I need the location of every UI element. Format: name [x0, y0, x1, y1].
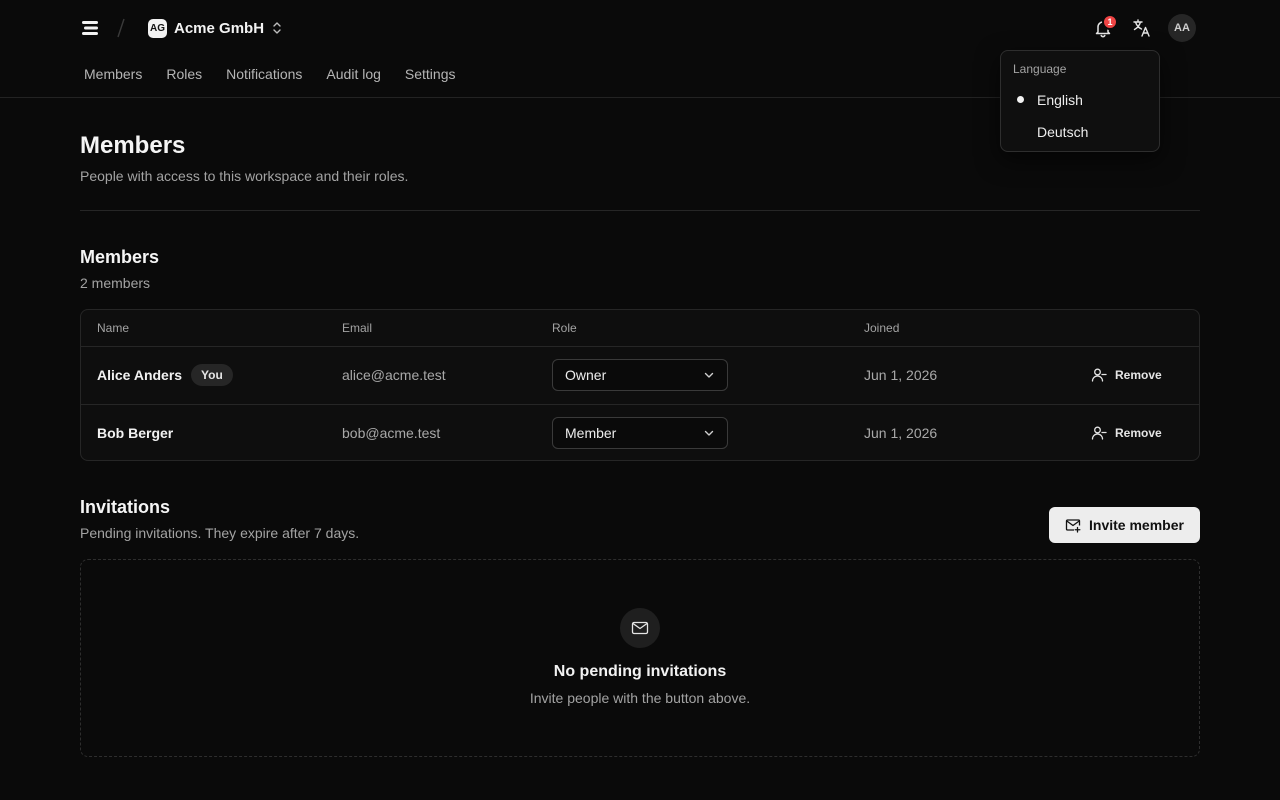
page-title: Members — [80, 132, 186, 159]
tab-notifications[interactable]: Notifications — [226, 64, 302, 86]
section-divider — [80, 210, 1200, 211]
member-name: Bob Berger — [97, 425, 174, 441]
column-header-joined: Joined — [864, 321, 900, 335]
user-minus-icon — [1091, 368, 1107, 382]
invite-member-button[interactable]: Invite member — [1049, 507, 1200, 543]
empty-state-title: No pending invitations — [553, 663, 727, 680]
stacked-lines-logo-icon[interactable] — [80, 18, 100, 38]
role-value: Member — [565, 425, 617, 441]
members-count: 2 members — [80, 275, 151, 291]
column-header-name: Name — [97, 321, 130, 335]
member-name: Alice Anders — [97, 367, 183, 383]
members-section-title: Members — [80, 247, 160, 267]
remove-member-button[interactable]: Remove — [1091, 363, 1162, 387]
language-menu: Language English Deutsch — [1000, 50, 1160, 152]
member-email: bob@acme.test — [342, 425, 441, 441]
language-option-english[interactable]: English — [1005, 85, 1155, 115]
member-joined-date: Jun 1, 2026 — [864, 367, 938, 383]
workspace-avatar: AG — [148, 18, 167, 38]
mail-icon — [631, 621, 649, 635]
tab-roles[interactable]: Roles — [166, 64, 202, 86]
empty-state-icon-circle — [620, 608, 660, 648]
language-option-deutsch[interactable]: Deutsch — [1005, 117, 1155, 147]
translate-icon — [1133, 19, 1150, 37]
chevron-down-icon — [704, 430, 714, 436]
member-joined-date: Jun 1, 2026 — [864, 425, 938, 441]
remove-member-button[interactable]: Remove — [1091, 421, 1162, 445]
tab-settings[interactable]: Settings — [405, 64, 456, 86]
language-option-label: Deutsch — [1037, 124, 1089, 140]
invitations-section-title: Invitations — [80, 497, 171, 517]
language-menu-label: Language — [1013, 62, 1067, 76]
user-avatar[interactable]: AA — [1168, 14, 1196, 42]
invite-member-label: Invite member — [1089, 517, 1184, 533]
selected-indicator — [1017, 96, 1024, 103]
you-badge: You — [191, 364, 233, 386]
user-minus-icon — [1091, 426, 1107, 440]
chevron-down-icon — [704, 372, 714, 378]
workspace-switcher[interactable]: AG Acme GmbH — [148, 17, 283, 39]
role-select[interactable]: Member — [552, 417, 728, 449]
invitations-empty-state: No pending invitations Invite people wit… — [80, 559, 1200, 757]
members-table: Name Email Role Joined Alice Anders You … — [80, 309, 1200, 461]
column-header-email: Email — [342, 321, 373, 335]
page-subtitle: People with access to this workspace and… — [80, 168, 409, 184]
workspace-name: Acme GmbH — [174, 19, 265, 37]
tab-members[interactable]: Members — [84, 64, 142, 86]
chevrons-up-down-icon — [273, 22, 281, 34]
breadcrumb-separator — [117, 18, 125, 38]
notifications-button[interactable]: 1 — [1092, 14, 1118, 39]
remove-label: Remove — [1115, 368, 1162, 382]
column-header-role: Role — [552, 321, 577, 335]
settings-tabs: Members Roles Notifications Audit log Se… — [84, 64, 456, 86]
table-row: Bob Berger bob@acme.test Member Jun 1, 2… — [81, 404, 1199, 460]
role-select[interactable]: Owner — [552, 359, 728, 391]
language-option-label: English — [1037, 92, 1083, 108]
table-header: Name Email Role Joined — [81, 310, 1199, 347]
mail-plus-icon — [1065, 519, 1081, 533]
language-button[interactable] — [1131, 17, 1153, 39]
top-bar: AG Acme GmbH 1 AA — [0, 0, 1280, 56]
invitations-subtitle: Pending invitations. They expire after 7… — [80, 525, 360, 541]
tab-audit-log[interactable]: Audit log — [326, 64, 380, 86]
remove-label: Remove — [1115, 426, 1162, 440]
role-value: Owner — [565, 367, 607, 383]
empty-state-subtitle: Invite people with the button above. — [529, 690, 751, 706]
member-email: alice@acme.test — [342, 367, 446, 383]
notifications-count-badge: 1 — [1102, 14, 1118, 30]
table-row: Alice Anders You alice@acme.test Owner J… — [81, 347, 1199, 404]
